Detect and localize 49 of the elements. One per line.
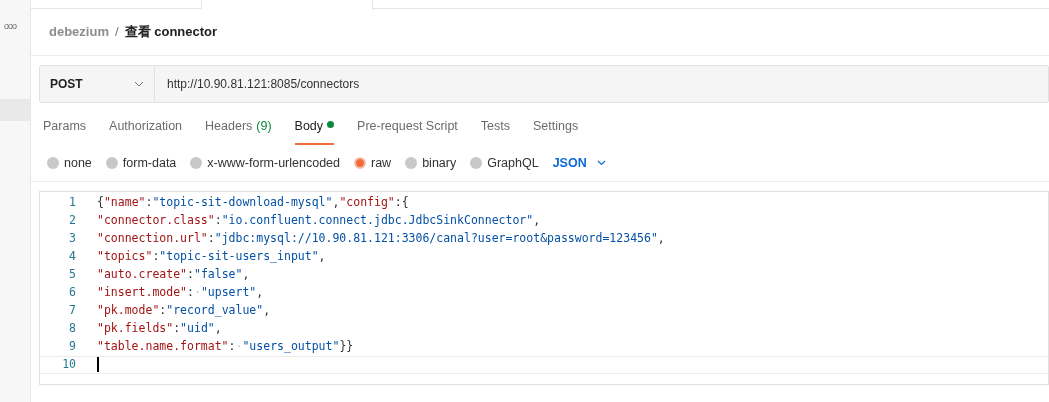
request-tab[interactable]: Headers (9) [205,117,272,145]
radio-button[interactable] [47,157,59,169]
radio-button[interactable] [105,157,118,169]
radio-button[interactable] [190,157,203,169]
code-line: "pk.mode":"record_value", [97,302,271,320]
code-line: "pk.fields":"uid", [97,320,222,338]
code-line: "table.name.format":·"users_output"}} [97,338,354,356]
code-line: "insert.mode":·"upsert", [97,284,264,302]
body-type-option[interactable]: none [47,153,92,173]
line-number: 5 [68,266,76,284]
format-dropdown[interactable]: JSON [552,153,606,173]
code-line: "connection.url":"jdbc:mysql://10.90.81.121:3306/canal?user=root&password=123456", [97,230,665,248]
chevron-down-icon [596,160,606,166]
line-number: 8 [68,320,76,338]
code-line: "connector.class":"io.confluent.connect.jdbc.JdbcSinkConnector", [97,212,541,230]
method-dropdown[interactable]: POST [39,65,155,103]
more-icon[interactable]: ooo [4,22,30,31]
request-tab[interactable]: Tests [480,117,510,145]
line-number: 4 [68,248,76,266]
line-number: 2 [68,212,76,230]
line-number: 3 [68,230,76,248]
body-type-option[interactable]: GraphQL [470,153,539,173]
radio-button[interactable] [405,157,418,169]
sidebar-item[interactable] [0,99,30,121]
request-tab[interactable]: Settings [533,117,579,145]
line-number: 1 [68,194,76,212]
chevron-down-icon [134,81,144,87]
radio-button[interactable] [470,157,483,169]
request-name: 查看 connector [124,23,218,42]
body-type-option[interactable]: x-www-form-urlencoded [190,153,340,173]
breadcrumb-separator: / [114,23,119,42]
body-type-option[interactable]: raw [354,153,392,173]
request-tab[interactable]: Body [294,117,335,145]
radio-button[interactable] [354,157,366,169]
code-editor[interactable] [39,191,1049,385]
line-number: 9 [68,338,76,356]
line-number: 6 [68,284,76,302]
request-tab[interactable]: Authorization [109,117,183,145]
request-tab[interactable]: Pre-request Script [357,117,458,145]
body-type-option[interactable]: binary [405,153,457,173]
text-cursor [97,357,99,373]
line-number: 10 [61,356,76,374]
code-line: "topics":"topic-sit-users_input", [97,248,326,266]
code-line: "auto.create":"false", [97,266,250,284]
request-tab[interactable]: Params [43,117,87,145]
body-type-option[interactable]: form-data [105,153,177,173]
line-number: 7 [68,302,76,320]
code-line: {"name":"topic-sit-download-mysql","config":{ [97,194,409,212]
url-field[interactable]: http://10.90.81.121:8085/connectors [155,65,1049,103]
